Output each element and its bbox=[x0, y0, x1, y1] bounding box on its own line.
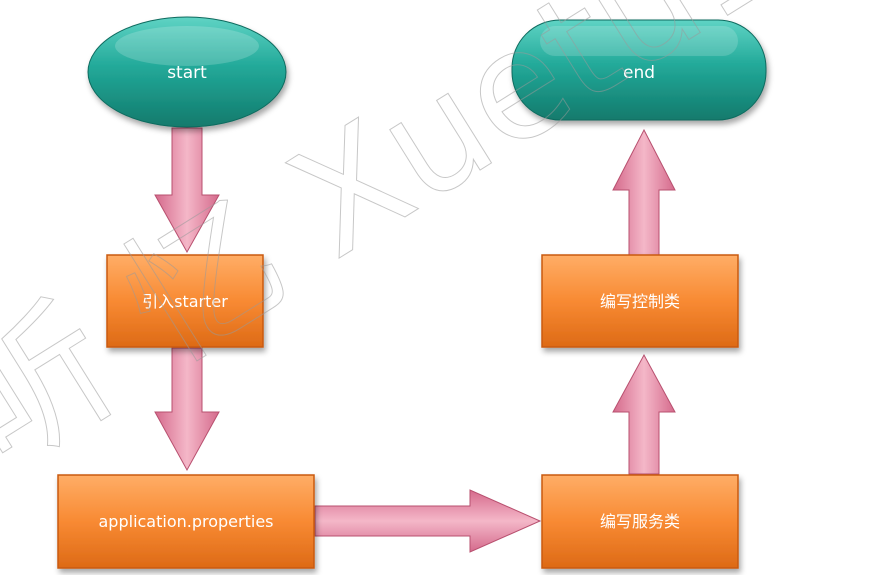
arrow-service-to-controller bbox=[612, 353, 676, 475]
arrow-properties-to-service bbox=[314, 489, 542, 553]
arrow-controller-to-end bbox=[612, 128, 676, 256]
write-controller-label: 编写控制类 bbox=[600, 292, 680, 311]
application-properties-label: application.properties bbox=[99, 512, 274, 531]
flowchart-canvas: start end 引入starter application.properti… bbox=[0, 0, 884, 575]
write-service-label: 编写服务类 bbox=[600, 512, 680, 531]
start-label: start bbox=[167, 63, 207, 83]
